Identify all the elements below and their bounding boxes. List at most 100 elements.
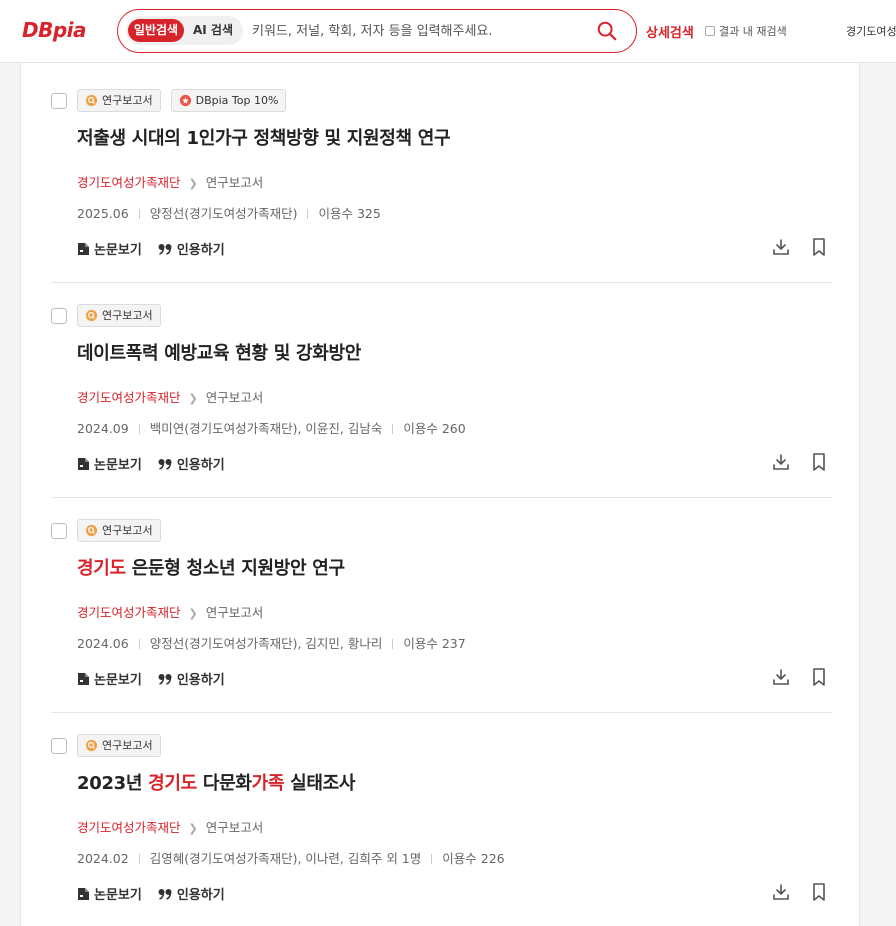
- authors[interactable]: 양정선(경기도여성가족재단): [150, 206, 298, 221]
- separator: [307, 209, 309, 219]
- search-input[interactable]: [252, 20, 582, 42]
- chevron-right-icon: ❯: [188, 392, 198, 405]
- title-part: 다문화: [196, 773, 252, 794]
- action-row: 논문보기 인용하기: [77, 884, 225, 903]
- result-title[interactable]: 2023년 경기도 다문화가족 실태조사: [77, 769, 356, 795]
- search-icon[interactable]: [596, 20, 618, 42]
- result-title[interactable]: 데이트폭력 예방교육 현황 및 강화방안: [77, 339, 361, 365]
- advanced-search-link[interactable]: 상세검색: [646, 22, 694, 41]
- select-checkbox[interactable]: [51, 93, 67, 109]
- cite-button[interactable]: 인용하기: [158, 239, 225, 258]
- cite-label: 인용하기: [176, 673, 225, 688]
- type-badge: 연구보고서: [77, 519, 161, 542]
- publisher-link[interactable]: 경기도여성가족재단: [77, 175, 181, 190]
- title-part: 가족: [251, 773, 285, 794]
- checkbox-icon[interactable]: [705, 26, 715, 36]
- result-item: 연구보고서 DBpia Top 10% 저출생 시대의 1인가구 정책방향 및 지원…: [21, 63, 861, 283]
- separator: [431, 854, 433, 864]
- download-icon[interactable]: [771, 237, 791, 257]
- item-tools: [771, 882, 829, 902]
- publication-type[interactable]: 연구보고서: [206, 605, 264, 620]
- title-part: 경기도: [148, 773, 197, 794]
- separator: [138, 854, 140, 864]
- type-badge: 연구보고서: [77, 89, 161, 112]
- download-icon[interactable]: [771, 882, 791, 902]
- select-checkbox[interactable]: [51, 738, 67, 754]
- item-tools: [771, 452, 829, 472]
- view-paper-button[interactable]: 논문보기: [77, 884, 142, 903]
- publication-type[interactable]: 연구보고서: [206, 175, 264, 190]
- result-item: 연구보고서 데이트폭력 예방교육 현황 및 강화방안 경기도여성가족재단 ❯ 연구보고서…: [21, 278, 861, 498]
- bookmark-icon[interactable]: [809, 882, 829, 902]
- type-badge: 연구보고서: [77, 734, 161, 757]
- report-type-icon: [85, 739, 98, 752]
- publication-type[interactable]: 연구보고서: [206, 820, 264, 835]
- top-rank-icon: [179, 94, 191, 107]
- badge-label: 연구보고서: [102, 94, 153, 107]
- separator: [138, 639, 140, 649]
- pub-date: 2024.02: [77, 851, 129, 866]
- title-part: 데이트폭력 예방교육 현황 및 강화방안: [77, 343, 362, 364]
- publisher-row: 경기도여성가족재단 ❯ 연구보고서: [77, 387, 263, 406]
- publisher-link[interactable]: 경기도여성가족재단: [77, 820, 181, 835]
- authors[interactable]: 백미연(경기도여성가족재단), 이윤진, 김남숙: [150, 421, 383, 436]
- bookmark-icon[interactable]: [809, 237, 829, 257]
- view-paper-label: 논문보기: [94, 458, 142, 473]
- bookmark-icon[interactable]: [809, 667, 829, 687]
- search-in-results-checkbox[interactable]: 결과 내 재검색: [705, 23, 787, 39]
- bookmark-icon[interactable]: [809, 452, 829, 472]
- cite-button[interactable]: 인용하기: [158, 669, 225, 688]
- result-item: 연구보고서 2023년 경기도 다문화가족 실태조사경기도여성가족재단 ❯ 연구보고서…: [21, 708, 861, 923]
- document-icon: [78, 672, 89, 685]
- separator: [138, 209, 140, 219]
- chevron-right-icon: ❯: [188, 822, 198, 835]
- badge-label: 연구보고서: [102, 739, 153, 752]
- search-box: 일반검색 AI 검색: [117, 9, 637, 53]
- publication-type[interactable]: 연구보고서: [206, 390, 264, 405]
- cite-label: 인용하기: [176, 243, 225, 258]
- report-type-icon: [85, 524, 98, 537]
- badge-label: DBpia Top 10%: [195, 94, 279, 107]
- meta-row: 2024.06 양정선(경기도여성가족재단), 김지민, 황나리 이용수 237: [77, 633, 466, 652]
- publisher-row: 경기도여성가족재단 ❯ 연구보고서: [77, 172, 263, 191]
- separator: [138, 424, 140, 434]
- result-title[interactable]: 저출생 시대의 1인가구 정책방향 및 지원정책 연구: [77, 124, 451, 150]
- view-paper-button[interactable]: 논문보기: [77, 239, 142, 258]
- usage-count: 이용수 325: [318, 206, 381, 221]
- view-paper-label: 논문보기: [94, 888, 142, 903]
- quote-icon: [158, 243, 172, 255]
- type-badge: 연구보고서: [77, 304, 161, 327]
- org-name: 경기도여성: [846, 25, 896, 38]
- download-icon[interactable]: [771, 667, 791, 687]
- authors[interactable]: 김영혜(경기도여성가족재단), 이나련, 김희주 외 1명: [150, 851, 422, 866]
- view-paper-button[interactable]: 논문보기: [77, 669, 142, 688]
- download-icon[interactable]: [771, 452, 791, 472]
- separator: [392, 424, 394, 434]
- search-mode-toggle: 일반검색 AI 검색: [126, 16, 243, 45]
- document-icon: [78, 242, 89, 255]
- select-checkbox[interactable]: [51, 308, 67, 324]
- quote-icon: [158, 888, 172, 900]
- badge-label: 연구보고서: [102, 309, 153, 322]
- result-title[interactable]: 경기도 은둔형 청소년 지원방안 연구: [77, 554, 345, 580]
- chevron-right-icon: ❯: [188, 607, 198, 620]
- badge-list: 연구보고서: [77, 734, 161, 757]
- meta-row: 2025.06 양정선(경기도여성가족재단) 이용수 325: [77, 203, 381, 222]
- results-panel: 연구보고서 DBpia Top 10% 저출생 시대의 1인가구 정책방향 및 지원…: [20, 63, 860, 926]
- usage-count: 이용수 237: [403, 636, 466, 651]
- dbpia-logo[interactable]: DBpia: [22, 18, 87, 42]
- publisher-link[interactable]: 경기도여성가족재단: [77, 390, 181, 405]
- tab-ai-search[interactable]: AI 검색: [188, 19, 238, 42]
- cite-button[interactable]: 인용하기: [158, 454, 225, 473]
- view-paper-button[interactable]: 논문보기: [77, 454, 142, 473]
- authors[interactable]: 양정선(경기도여성가족재단), 김지민, 황나리: [150, 636, 383, 651]
- view-paper-label: 논문보기: [94, 673, 142, 688]
- publisher-link[interactable]: 경기도여성가족재단: [77, 605, 181, 620]
- select-checkbox[interactable]: [51, 523, 67, 539]
- badge-list: 연구보고서: [77, 304, 161, 327]
- title-part: 실태조사: [284, 773, 356, 794]
- publisher-row: 경기도여성가족재단 ❯ 연구보고서: [77, 602, 263, 621]
- cite-button[interactable]: 인용하기: [158, 884, 225, 903]
- separator: [392, 639, 394, 649]
- tab-general-search[interactable]: 일반검색: [128, 19, 184, 42]
